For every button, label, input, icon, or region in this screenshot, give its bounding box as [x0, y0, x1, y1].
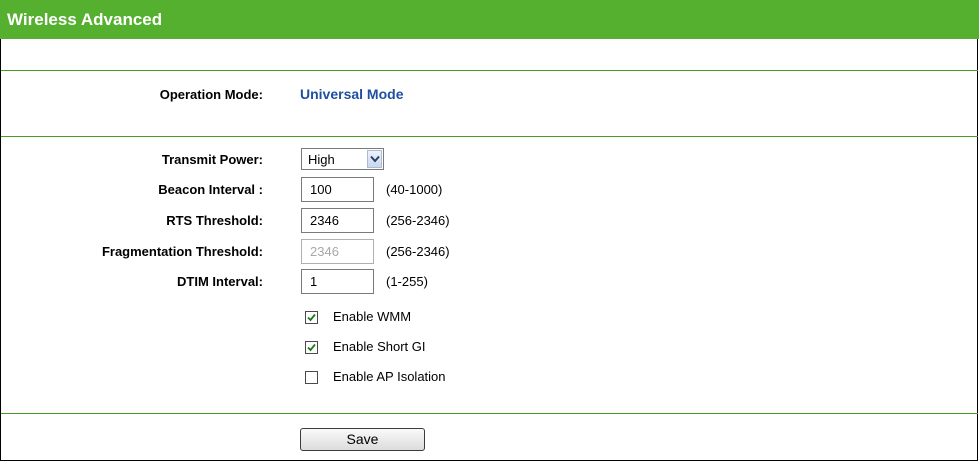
page-title: Wireless Advanced	[0, 0, 979, 39]
section-divider	[1, 70, 978, 71]
rts-threshold-label: RTS Threshold:	[166, 213, 263, 228]
beacon-interval-input[interactable]	[301, 177, 374, 202]
section-divider	[1, 413, 978, 414]
fragmentation-threshold-range: (256-2346)	[386, 244, 450, 259]
dtim-interval-label: DTIM Interval:	[177, 274, 263, 289]
dtim-interval-input[interactable]	[301, 269, 374, 294]
checkmark-icon	[307, 313, 316, 322]
dtim-interval-range: (1-255)	[386, 274, 428, 289]
beacon-interval-label: Beacon Interval :	[158, 182, 263, 197]
beacon-interval-range: (40-1000)	[386, 182, 443, 197]
enable-wmm-checkbox[interactable]	[305, 311, 318, 324]
save-button[interactable]: Save	[300, 428, 425, 451]
enable-wmm-label: Enable WMM	[333, 309, 412, 324]
enable-ap-isolation-checkbox[interactable]	[305, 371, 318, 384]
enable-short-gi-label: Enable Short GI	[333, 339, 426, 354]
rts-threshold-range: (256-2346)	[386, 213, 450, 228]
transmit-power-selected: High	[308, 152, 335, 167]
transmit-power-select[interactable]: High	[301, 148, 384, 170]
checkmark-icon	[307, 343, 316, 352]
fragmentation-threshold-label: Fragmentation Threshold:	[101, 244, 263, 259]
operation-mode-value: Universal Mode	[300, 86, 404, 102]
section-divider	[1, 136, 978, 137]
rts-threshold-input[interactable]	[301, 208, 374, 233]
enable-ap-isolation-label: Enable AP Isolation	[333, 369, 446, 384]
chevron-down-icon[interactable]	[367, 150, 382, 168]
fragmentation-threshold-input[interactable]	[301, 239, 374, 264]
operation-mode-label: Operation Mode:	[159, 87, 263, 102]
enable-short-gi-checkbox[interactable]	[305, 341, 318, 354]
transmit-power-label: Transmit Power:	[161, 152, 263, 167]
